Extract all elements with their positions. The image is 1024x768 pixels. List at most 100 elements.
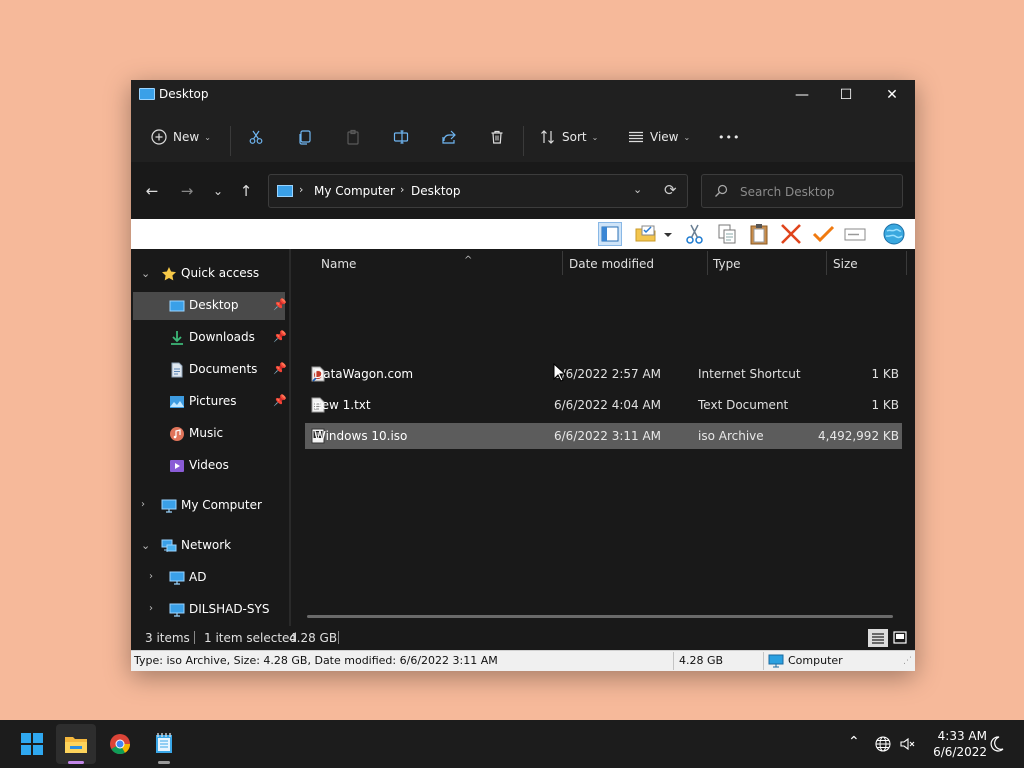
- minimize-button[interactable]: —: [779, 80, 825, 110]
- globe-icon[interactable]: [875, 736, 891, 752]
- status-item-count: 3 items: [145, 631, 190, 645]
- column-divider[interactable]: [906, 251, 907, 275]
- refresh-button[interactable]: ⟳: [664, 181, 677, 199]
- status-selection-size: 4.28 GB: [289, 631, 338, 645]
- toolbar-divider: [523, 126, 524, 156]
- toolbar-divider: [230, 126, 231, 156]
- start-button[interactable]: [12, 724, 52, 764]
- sidebar-item-music[interactable]: Music: [133, 420, 285, 448]
- resize-grip-icon[interactable]: ⋰: [903, 656, 912, 666]
- sidebar-item-pictures[interactable]: Pictures 📌: [133, 388, 287, 416]
- select-all-button[interactable]: [634, 222, 658, 246]
- back-button[interactable]: ←: [141, 180, 163, 202]
- status-divider: [194, 631, 195, 644]
- column-header-date[interactable]: Date modified: [569, 257, 654, 277]
- file-row-new-1-txt[interactable]: new 1.txt 6/6/2022 4:04 AM Text Document…: [305, 392, 902, 418]
- column-divider[interactable]: [707, 251, 708, 275]
- sidebar-item-downloads[interactable]: Downloads 📌: [133, 324, 287, 352]
- nav-label-quick-access: Quick access: [181, 266, 260, 280]
- rename-field-icon: [844, 228, 866, 241]
- nav-network-ad[interactable]: › AD: [133, 564, 285, 592]
- select-dropdown-button[interactable]: [662, 222, 676, 246]
- nav-label-network: Network: [181, 538, 232, 552]
- chevron-down-icon: ⌄: [141, 539, 151, 552]
- sidebar-item-desktop[interactable]: Desktop 📌: [133, 292, 287, 320]
- file-list: ^ Name Date modified Type Size DataWagon.…: [291, 249, 915, 626]
- sort-button[interactable]: Sort ⌄: [540, 124, 598, 150]
- column-header-name[interactable]: ^ Name: [321, 255, 472, 277]
- share-button[interactable]: [441, 124, 457, 150]
- delete-button[interactable]: [489, 124, 505, 150]
- legacy-rename-button[interactable]: [843, 222, 867, 246]
- taskbar-chrome[interactable]: [100, 724, 140, 764]
- sidebar-item-videos[interactable]: Videos: [133, 452, 285, 480]
- legacy-status-info: Type: iso Archive, Size: 4.28 GB, Date m…: [134, 654, 498, 667]
- legacy-delete-button[interactable]: [779, 222, 803, 246]
- file-row-datawagon[interactable]: DataWagon.com 6/6/2022 2:57 AM Internet …: [305, 361, 902, 387]
- status-divider: [673, 652, 674, 670]
- cut-button[interactable]: [248, 124, 264, 150]
- breadcrumb-my-computer[interactable]: My Computer: [314, 184, 395, 198]
- chrome-icon: [110, 734, 131, 755]
- nav-network[interactable]: ⌄ Network: [133, 532, 285, 560]
- breadcrumb-desktop[interactable]: Desktop: [411, 184, 461, 198]
- file-type: iso Archive: [698, 429, 764, 443]
- tiles-view-button[interactable]: [890, 629, 910, 647]
- file-type: Text Document: [698, 398, 789, 412]
- taskbar-file-explorer[interactable]: [56, 724, 96, 764]
- view-button[interactable]: View ⌄: [628, 124, 690, 150]
- up-button[interactable]: ↑: [235, 180, 257, 202]
- address-bar[interactable]: › My Computer › Desktop ⌄ ⟳: [268, 174, 688, 208]
- legacy-cut-button[interactable]: [683, 222, 707, 246]
- close-button[interactable]: ✕: [869, 80, 915, 110]
- nav-network-dilshad-sys[interactable]: › DILSHAD-SYS: [133, 596, 285, 624]
- column-header-size[interactable]: Size: [833, 257, 858, 277]
- paste-button[interactable]: [345, 124, 361, 150]
- chevron-down-icon: ⌄: [683, 132, 691, 142]
- legacy-accept-button[interactable]: [811, 222, 835, 246]
- address-dropdown-button[interactable]: ⌄: [633, 183, 642, 196]
- legacy-copy-button[interactable]: [715, 222, 739, 246]
- file-row-windows-10-iso[interactable]: Windows 10.iso 6/6/2022 3:11 AM iso Arch…: [305, 423, 902, 449]
- copy-button[interactable]: [297, 124, 313, 150]
- column-divider[interactable]: [826, 251, 827, 275]
- new-button[interactable]: New ⌄: [151, 124, 211, 150]
- network-icon: [161, 539, 177, 552]
- nav-label-ad: AD: [189, 570, 207, 584]
- file-size: 1 KB: [871, 398, 899, 412]
- taskbar-notepad[interactable]: [144, 724, 184, 764]
- forward-button[interactable]: →: [176, 180, 198, 202]
- legacy-network-button[interactable]: [882, 222, 906, 246]
- sort-up-icon: ^: [464, 255, 473, 266]
- clipboard-icon: [347, 129, 359, 145]
- details-view-button[interactable]: [868, 629, 888, 647]
- column-name-label: Name: [321, 257, 357, 271]
- rename-button[interactable]: [393, 124, 409, 150]
- recent-locations-button[interactable]: ⌄: [207, 180, 229, 202]
- sidebar-item-documents[interactable]: Documents 📌: [133, 356, 287, 384]
- view-list-icon: [629, 131, 643, 143]
- nav-quick-access[interactable]: ⌄ Quick access: [133, 260, 285, 288]
- column-divider[interactable]: [562, 251, 563, 275]
- nav-my-computer[interactable]: › My Computer: [133, 492, 285, 520]
- chevron-right-icon: ›: [149, 571, 153, 582]
- search-icon: [715, 184, 728, 197]
- preview-pane-button[interactable]: [598, 222, 622, 246]
- title-bar[interactable]: Desktop — ☐ ✕: [131, 80, 915, 110]
- system-clock[interactable]: 4:33 AM 6/6/2022: [925, 728, 987, 760]
- moon-icon[interactable]: [990, 736, 1004, 752]
- chevron-down-icon: ⌄: [204, 132, 211, 142]
- chevron-down-icon: ⌄: [591, 132, 599, 142]
- horizontal-scrollbar[interactable]: [307, 615, 893, 618]
- nav-label-dilshad-sys: DILSHAD-SYS: [189, 602, 270, 616]
- tiles-view-icon: [893, 631, 907, 644]
- search-input[interactable]: [740, 183, 890, 201]
- search-box[interactable]: [701, 174, 903, 208]
- maximize-button[interactable]: ☐: [823, 80, 869, 110]
- chevron-up-icon[interactable]: ⌃: [848, 734, 860, 750]
- speaker-muted-icon[interactable]: [900, 736, 916, 752]
- more-options-button[interactable]: •••: [718, 124, 740, 150]
- legacy-paste-button[interactable]: [747, 222, 771, 246]
- preview-pane-icon: [601, 226, 619, 242]
- column-header-type[interactable]: Type: [713, 257, 741, 277]
